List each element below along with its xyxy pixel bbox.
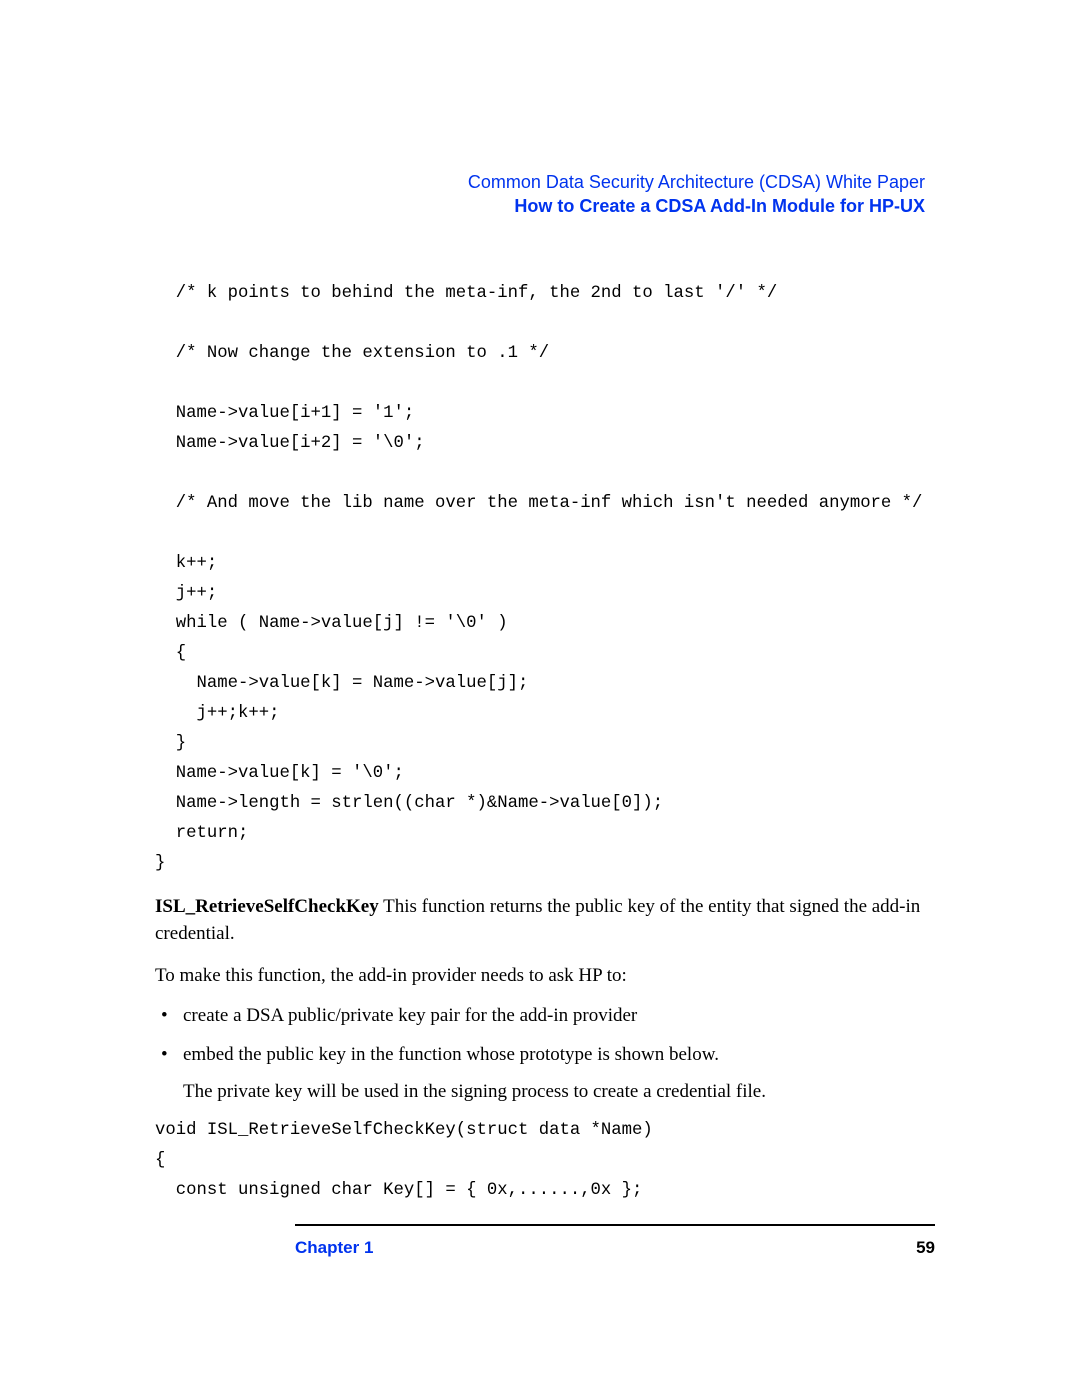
bullet-item-1: create a DSA public/private key pair for…: [155, 1001, 925, 1031]
footer-chapter-label: Chapter 1: [295, 1238, 373, 1258]
function-name-heading: ISL_RetrieveSelfCheckKey: [155, 896, 379, 917]
header-subtitle: How to Create a CDSA Add-In Module for H…: [155, 194, 925, 218]
code-listing-1: /* k points to behind the meta-inf, the …: [155, 279, 925, 879]
header-title: Common Data Security Architecture (CDSA)…: [155, 170, 925, 194]
bullet-list: create a DSA public/private key pair for…: [155, 1001, 925, 1070]
bullet-subnote: The private key will be used in the sign…: [183, 1078, 925, 1106]
footer-divider: [295, 1224, 935, 1226]
code-listing-2: void ISL_RetrieveSelfCheckKey(struct dat…: [155, 1116, 925, 1206]
function-description-paragraph: ISL_RetrieveSelfCheckKey This function r…: [155, 893, 925, 948]
page-header: Common Data Security Architecture (CDSA)…: [155, 170, 925, 219]
lead-text: To make this function, the add-in provid…: [155, 962, 925, 990]
document-page: Common Data Security Architecture (CDSA)…: [0, 0, 1080, 1397]
page-footer: Chapter 1 59: [295, 1238, 935, 1258]
footer-page-number: 59: [916, 1238, 935, 1258]
bullet-item-2: embed the public key in the function who…: [155, 1040, 925, 1070]
